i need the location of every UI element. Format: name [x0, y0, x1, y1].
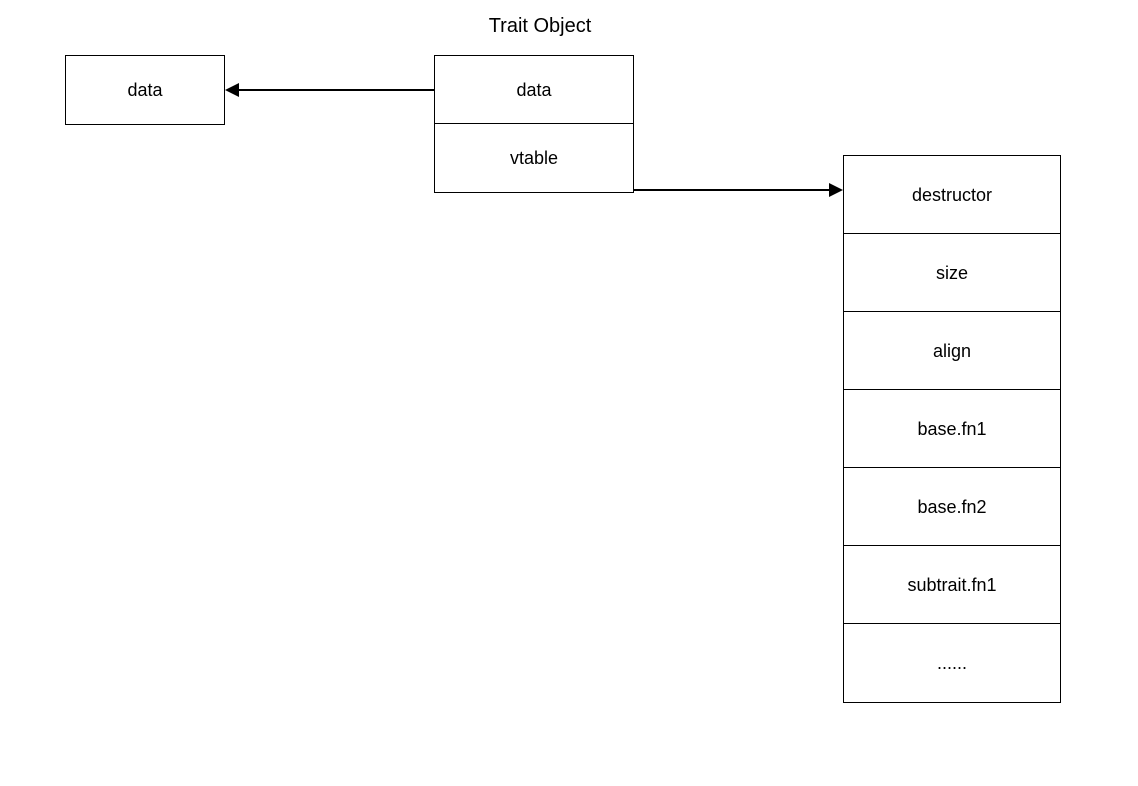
- vtable-entry-6-label: ......: [937, 653, 967, 674]
- arrow-vtable: [634, 189, 829, 191]
- trait-object-vtable-cell: vtable: [434, 123, 634, 193]
- trait-object-data-cell: data: [434, 55, 634, 125]
- trait-object-vtable-label: vtable: [510, 148, 558, 169]
- vtable-entry-3-label: base.fn1: [917, 419, 986, 440]
- vtable-entry-5-label: subtrait.fn1: [907, 575, 996, 596]
- vtable-entry-1-label: size: [936, 263, 968, 284]
- arrow-vtable-head: [829, 183, 843, 197]
- data-concrete-label: data: [127, 80, 162, 101]
- arrow-data-head: [225, 83, 239, 97]
- vtable-entry-2-label: align: [933, 341, 971, 362]
- vtable-entry-6: ......: [843, 623, 1061, 703]
- vtable-entry-2: align: [843, 311, 1061, 391]
- arrow-data: [239, 89, 434, 91]
- vtable-entry-1: size: [843, 233, 1061, 313]
- diagram-title: Trait Object: [440, 15, 640, 38]
- vtable-entry-3: base.fn1: [843, 389, 1061, 469]
- vtable-entry-5: subtrait.fn1: [843, 545, 1061, 625]
- vtable-entry-0-label: destructor: [912, 185, 992, 206]
- vtable-entry-0: destructor: [843, 155, 1061, 235]
- vtable-entry-4: base.fn2: [843, 467, 1061, 547]
- trait-object-data-label: data: [516, 80, 551, 101]
- vtable-entry-4-label: base.fn2: [917, 497, 986, 518]
- data-concrete-box: data: [65, 55, 225, 125]
